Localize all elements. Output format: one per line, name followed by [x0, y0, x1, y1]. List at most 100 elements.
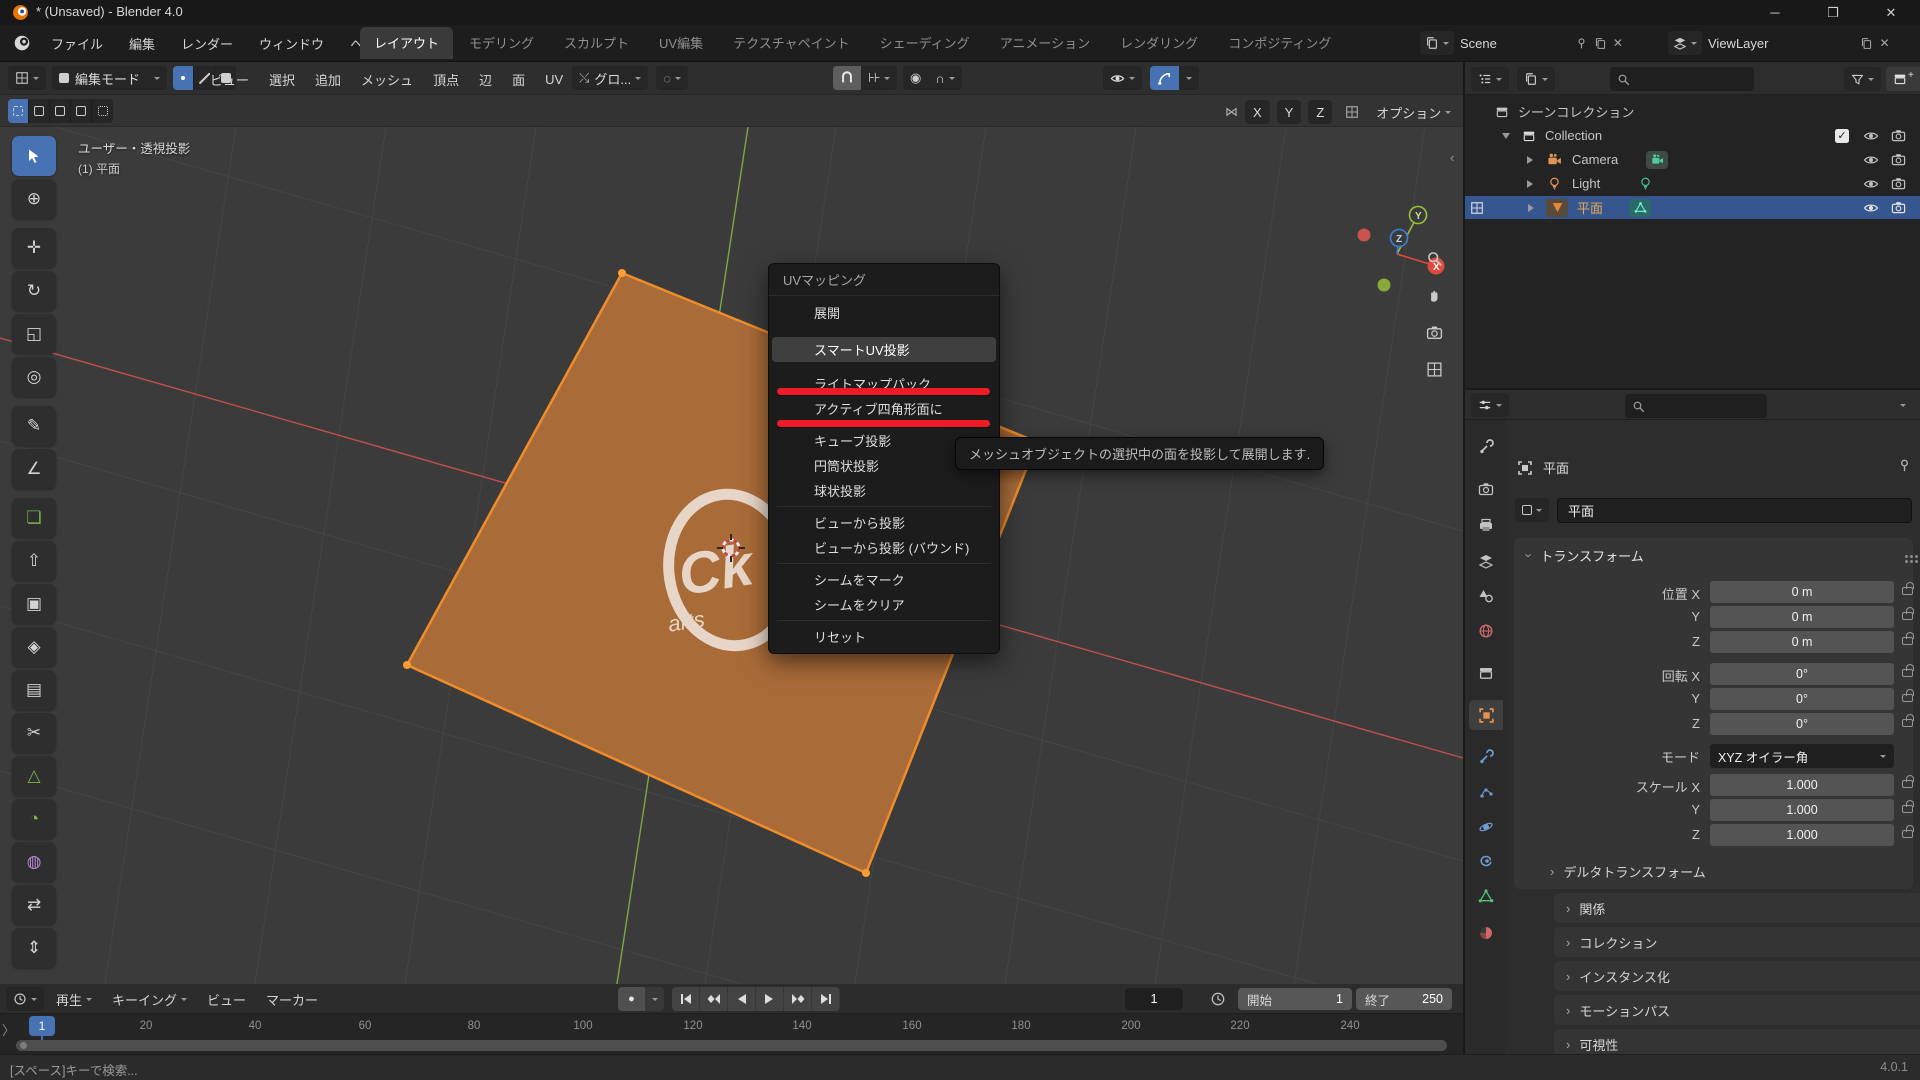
camera-view-icon[interactable]: [1420, 318, 1448, 346]
tweak-tool-button[interactable]: [12, 136, 56, 176]
properties-search-input[interactable]: [1625, 394, 1767, 418]
menu-item-mark-seam[interactable]: シームをマーク: [772, 567, 996, 592]
menu-item-smart-uv-project[interactable]: スマートUV投影: [772, 337, 996, 362]
tab-modeling[interactable]: モデリング: [455, 27, 548, 59]
keying-menu[interactable]: キーイング: [104, 987, 195, 1011]
tab-layout[interactable]: レイアウト: [360, 27, 453, 59]
next-keyframe-button[interactable]: [784, 987, 812, 1011]
add-cube-tool-button[interactable]: ❏: [12, 498, 56, 538]
tab-material[interactable]: [1469, 918, 1503, 948]
scale-x-field[interactable]: 1.000: [1710, 774, 1894, 796]
pin-icon[interactable]: [1575, 37, 1588, 50]
knife-tool-button[interactable]: ✂: [12, 713, 56, 753]
unlink-view-layer-icon[interactable]: ✕: [1879, 36, 1889, 50]
zoom-icon[interactable]: [1420, 244, 1448, 272]
lock-icon[interactable]: [1902, 694, 1913, 702]
scene-name[interactable]: Scene: [1460, 36, 1497, 51]
menu-item-project-from-view[interactable]: ビューから投影: [772, 510, 996, 535]
select-intersect-icon[interactable]: [92, 99, 113, 123]
edge-slide-tool-button[interactable]: ⇄: [12, 885, 56, 925]
menu-vertex[interactable]: 頂点: [423, 66, 469, 92]
select-set-icon[interactable]: [8, 99, 29, 123]
disclosure-closed-icon[interactable]: [1528, 204, 1538, 212]
outliner-row-light[interactable]: Light: [1465, 172, 1920, 195]
timeline-scrollbar[interactable]: [16, 1040, 1447, 1051]
view-layer-browse-button[interactable]: [1668, 31, 1702, 55]
tab-animation[interactable]: アニメーション: [986, 27, 1104, 59]
viewport-3d[interactable]: Ck arts Y Z: [0, 62, 1463, 984]
properties-options-icon[interactable]: [1900, 404, 1906, 410]
menu-item-reset[interactable]: リセット: [772, 624, 996, 649]
auto-keyframe-clock-icon[interactable]: [1210, 991, 1226, 1007]
current-frame-field[interactable]: 1: [1125, 988, 1183, 1010]
lock-icon[interactable]: [1902, 719, 1913, 727]
menu-window[interactable]: ウィンドウ: [246, 30, 337, 56]
transform-tool-button[interactable]: ◎: [12, 357, 56, 397]
view-layer-name[interactable]: ViewLayer: [1708, 36, 1768, 51]
menu-edge[interactable]: 辺: [469, 66, 502, 92]
play-button[interactable]: [756, 987, 784, 1011]
extrude-tool-button[interactable]: ⇧: [12, 541, 56, 581]
rotation-y-field[interactable]: 0°: [1710, 688, 1894, 710]
mode-dropdown[interactable]: 編集モード: [52, 66, 167, 90]
loop-cut-tool-button[interactable]: ▤: [12, 670, 56, 710]
tab-constraints[interactable]: [1469, 846, 1503, 876]
rotate-tool-button[interactable]: ↻: [12, 271, 56, 311]
select-subtract-icon[interactable]: [50, 99, 71, 123]
menu-item-clear-seam[interactable]: シームをクリア: [772, 592, 996, 617]
tab-texture-paint[interactable]: テクスチャペイント: [719, 27, 863, 59]
section-collections[interactable]: ›コレクション: [1554, 927, 1920, 957]
disable-render-camera-icon[interactable]: [1891, 176, 1906, 191]
menu-item-project-from-view-bounds[interactable]: ビューから投影 (バウンド): [772, 535, 996, 560]
properties-editor-type-button[interactable]: [1471, 393, 1509, 417]
play-reverse-button[interactable]: [728, 987, 756, 1011]
lock-icon[interactable]: [1902, 637, 1913, 645]
editor-type-button[interactable]: [8, 66, 46, 90]
annotate-tool-button[interactable]: ✎: [12, 406, 56, 446]
menu-select[interactable]: 選択: [259, 66, 305, 92]
timeline-editor-type-button[interactable]: [6, 987, 44, 1011]
rotation-mode-dropdown[interactable]: XYZ オイラー角: [1710, 744, 1894, 768]
menu-item-sphere-projection[interactable]: 球状投影: [772, 478, 996, 503]
disable-render-camera-icon[interactable]: [1891, 200, 1906, 215]
snap-grid-icon[interactable]: [1345, 105, 1359, 119]
vertex-select-icon[interactable]: [173, 66, 194, 90]
disclosure-closed-icon[interactable]: [1527, 156, 1537, 164]
tab-compositing[interactable]: コンポジティング: [1214, 27, 1345, 59]
shrink-fatten-tool-button[interactable]: ⇕: [12, 928, 56, 968]
move-tool-button[interactable]: ✛: [12, 228, 56, 268]
jump-start-button[interactable]: [672, 987, 700, 1011]
proportional-falloff-dropdown[interactable]: ∩: [928, 66, 961, 90]
menu-add[interactable]: 追加: [305, 66, 351, 92]
visibility-dropdown[interactable]: [1103, 66, 1142, 90]
record-dropdown[interactable]: [646, 987, 664, 1011]
frame-start-field[interactable]: 開始1: [1238, 988, 1352, 1010]
blender-menu-icon[interactable]: [12, 34, 32, 52]
transform-panel-header[interactable]: › トランスフォーム: [1527, 546, 1644, 565]
gizmo-dropdown[interactable]: [1179, 66, 1199, 90]
poly-build-tool-button[interactable]: △: [12, 756, 56, 796]
outliner-editor-type-button[interactable]: [1471, 67, 1509, 91]
playhead-badge[interactable]: 1: [29, 1016, 55, 1036]
scale-y-field[interactable]: 1.000: [1710, 799, 1894, 821]
bevel-tool-button[interactable]: ◈: [12, 627, 56, 667]
mirror-z-toggle[interactable]: Z: [1308, 100, 1332, 124]
options-dropdown[interactable]: オプション: [1366, 99, 1461, 125]
tab-rendering[interactable]: レンダリング: [1106, 27, 1212, 59]
scale-z-field[interactable]: 1.000: [1710, 824, 1894, 846]
menu-uv[interactable]: UV: [535, 66, 573, 92]
frame-end-field[interactable]: 終了250: [1356, 988, 1452, 1010]
hide-eye-icon[interactable]: [1863, 128, 1879, 144]
spin-tool-button[interactable]: ◔: [12, 799, 56, 839]
lock-icon[interactable]: [1902, 587, 1913, 595]
collection-checkbox[interactable]: ✓: [1835, 129, 1849, 143]
outliner-row-collection[interactable]: Collection ✓: [1465, 124, 1920, 147]
menu-face[interactable]: 面: [502, 66, 535, 92]
location-z-field[interactable]: 0 m: [1710, 631, 1894, 653]
prev-keyframe-button[interactable]: [700, 987, 728, 1011]
tab-particles[interactable]: [1469, 777, 1503, 807]
new-collection-button[interactable]: +: [1886, 67, 1920, 91]
timeline-view-menu[interactable]: ビュー: [199, 987, 254, 1011]
lock-icon[interactable]: [1902, 830, 1913, 838]
rotation-z-field[interactable]: 0°: [1710, 713, 1894, 735]
